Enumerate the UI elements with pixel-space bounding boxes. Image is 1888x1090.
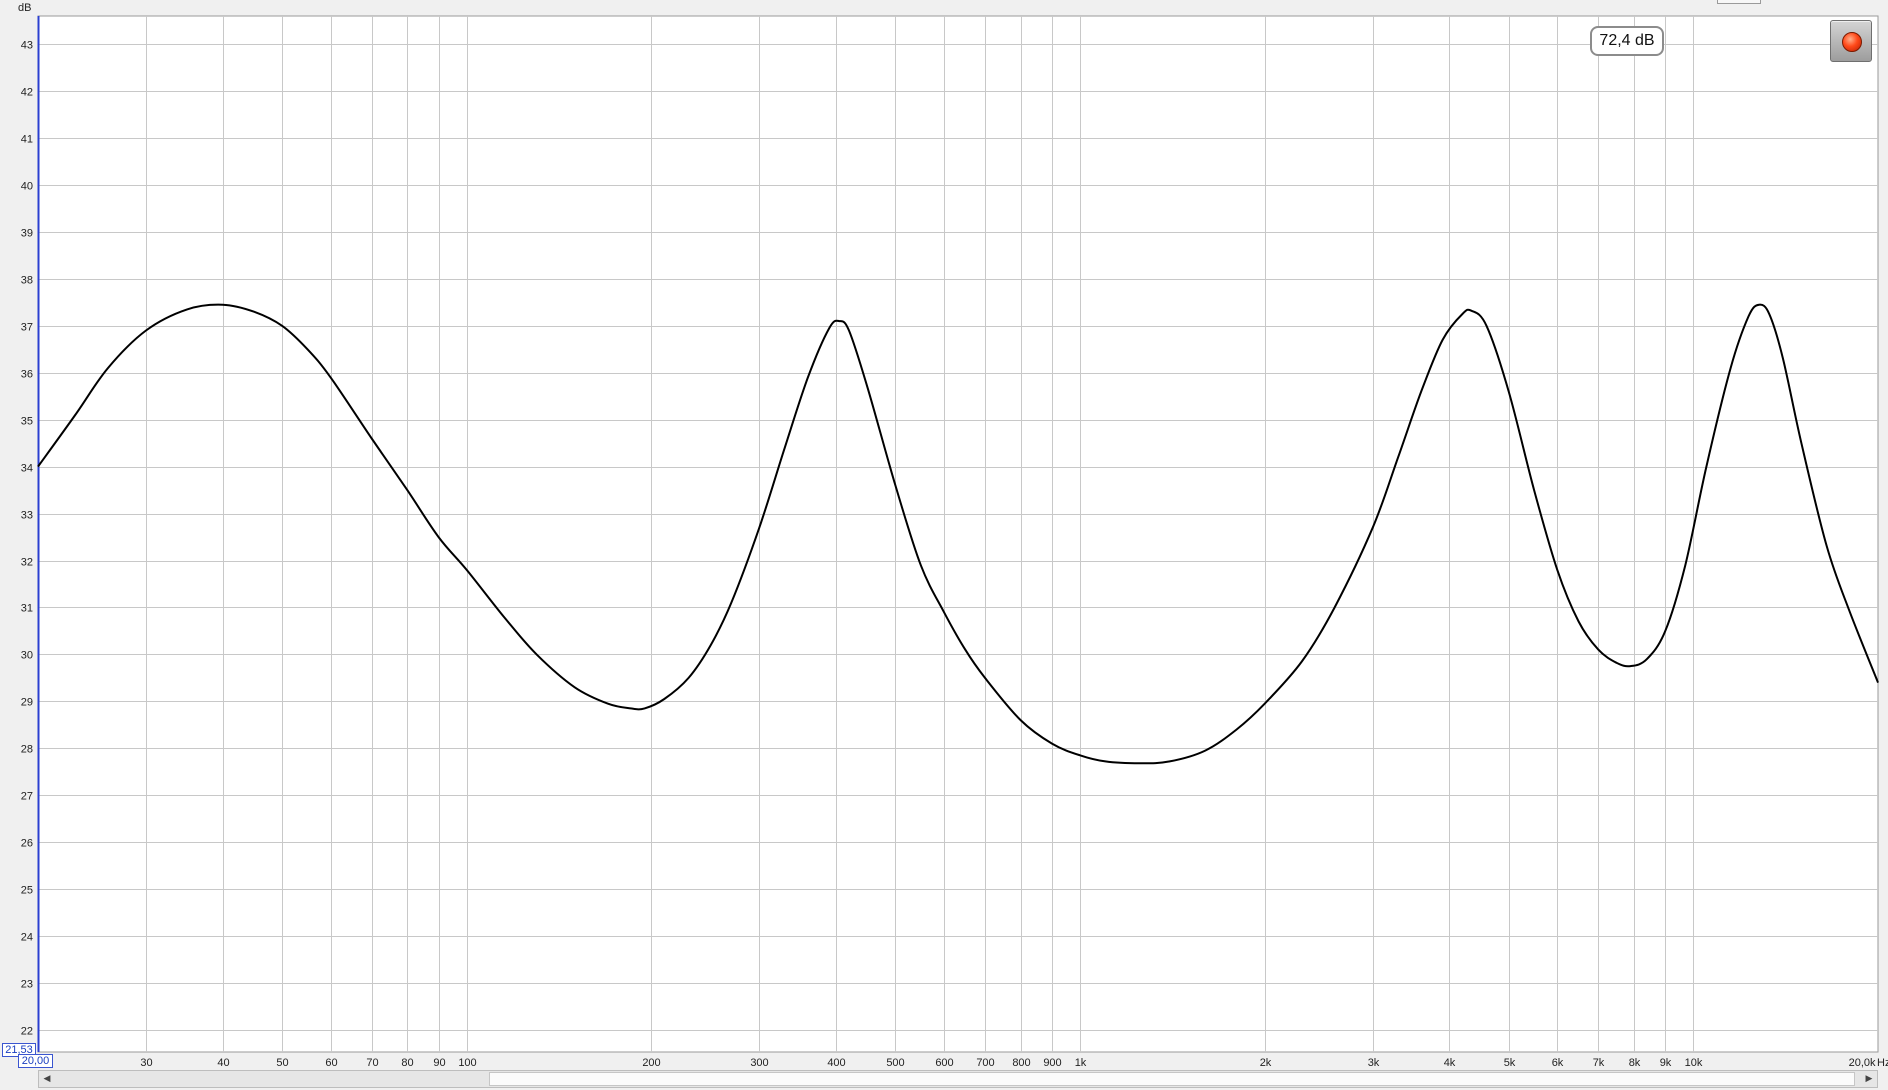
y-tick-label: 30 — [21, 650, 33, 662]
x-tick-label: 8k — [1629, 1057, 1641, 1069]
level-readout: 72,4 dB — [1590, 26, 1664, 56]
horizontal-scrollbar[interactable]: ◀ ▶ — [38, 1070, 1878, 1088]
x-tick-label: 40 — [217, 1057, 229, 1069]
y-tick-label: 40 — [21, 181, 33, 193]
x-tick-label: 300 — [750, 1057, 768, 1069]
x-tick-label: 1k — [1075, 1057, 1087, 1069]
x-tick-label: 10k — [1685, 1057, 1703, 1069]
y-tick-label: 25 — [21, 885, 33, 897]
y-tick-label: 35 — [21, 416, 33, 428]
y-tick-label: 32 — [21, 557, 33, 569]
y-tick-label: 37 — [21, 322, 33, 334]
y-tick-label: 41 — [21, 134, 33, 146]
y-tick-label: 31 — [21, 603, 33, 615]
x-tick-label: 200 — [642, 1057, 660, 1069]
x-tick-label: 60 — [325, 1057, 337, 1069]
x-tick-label: 7k — [1593, 1057, 1605, 1069]
x-tick-label: 500 — [886, 1057, 904, 1069]
y-tick-label: 34 — [21, 463, 33, 475]
x-tick-label: 700 — [976, 1057, 994, 1069]
y-axis-label: dB — [18, 2, 31, 14]
x-tick-label: 600 — [935, 1057, 953, 1069]
x-tick-label: 3k — [1368, 1057, 1380, 1069]
frequency-response-chart: dB Hz 22 23 24 25 26 27 28 29 30 31 32 33 34 35 36 37 38… — [18, 2, 1888, 1069]
x-tick-label: 90 — [433, 1057, 445, 1069]
y-tick-label: 27 — [21, 791, 33, 803]
y-tick-label: 33 — [21, 510, 33, 522]
x-tick-label: 2k — [1260, 1057, 1272, 1069]
x-tick-label: 6k — [1552, 1057, 1564, 1069]
y-tick-label: 28 — [21, 744, 33, 756]
arrow-right-icon[interactable]: ▶ — [1861, 1071, 1877, 1087]
y-tick-label: 43 — [21, 40, 33, 52]
record-button[interactable] — [1830, 20, 1872, 62]
x-tick-label: 5k — [1504, 1057, 1516, 1069]
y-tick-label: 42 — [21, 87, 33, 99]
arrow-left-icon[interactable]: ◀ — [39, 1071, 55, 1087]
y-tick-label: 26 — [21, 838, 33, 850]
y-tick-label: 36 — [21, 369, 33, 381]
x-min-value-field[interactable]: 20,00 — [18, 1054, 53, 1068]
x-tick-label: 80 — [401, 1057, 413, 1069]
x-tick-label: 50 — [276, 1057, 288, 1069]
x-tick-label: 30 — [140, 1057, 152, 1069]
top-resize-grip[interactable] — [1717, 0, 1761, 4]
x-tick-label: 70 — [366, 1057, 378, 1069]
y-tick-label: 22 — [21, 1026, 33, 1038]
y-tick-label: 39 — [21, 228, 33, 240]
y-tick-label: 29 — [21, 697, 33, 709]
x-axis-label: Hz — [1877, 1057, 1888, 1069]
x-tick-label: 100 — [458, 1057, 476, 1069]
x-tick-label: 800 — [1012, 1057, 1030, 1069]
record-icon — [1842, 32, 1862, 52]
y-tick-label: 24 — [21, 932, 33, 944]
y-tick-label: 38 — [21, 275, 33, 287]
x-tick-label: 20,0k — [1849, 1057, 1876, 1069]
y-tick-label: 23 — [21, 979, 33, 991]
x-tick-label: 4k — [1444, 1057, 1456, 1069]
x-tick-label: 9k — [1660, 1057, 1672, 1069]
scrollbar-thumb[interactable] — [489, 1072, 1855, 1086]
x-tick-label: 400 — [827, 1057, 845, 1069]
x-tick-label: 900 — [1043, 1057, 1061, 1069]
plot-area — [37, 15, 1879, 1053]
